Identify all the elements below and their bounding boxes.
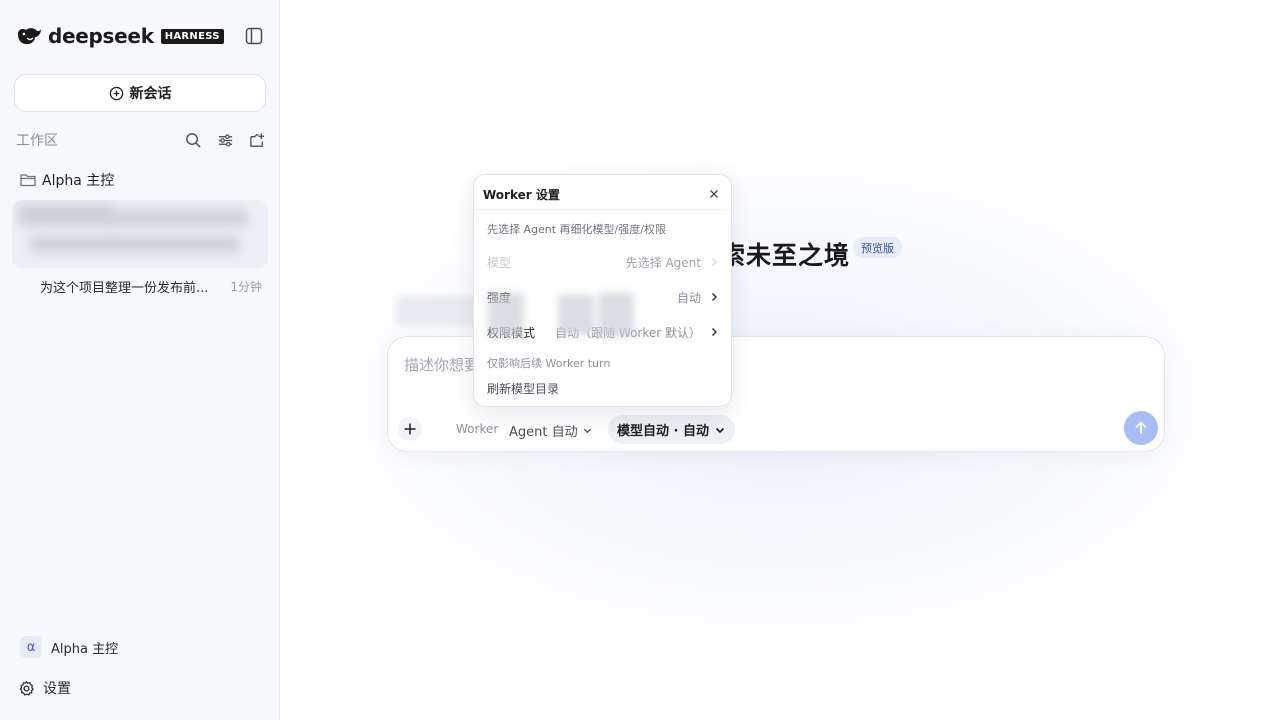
chat-timestamp: 1分钟: [230, 280, 262, 294]
folder-icon: [20, 174, 36, 187]
workspace-header: 工作区: [16, 130, 266, 150]
model-row-label: 模型: [487, 255, 512, 270]
popover-title: Worker 设置: [483, 188, 560, 202]
filter-button[interactable]: [216, 131, 234, 149]
popover-hint: 先选择 Agent 再细化模型/强度/权限: [487, 223, 666, 236]
brand-name: deepseek: [48, 24, 154, 48]
divider: [474, 209, 731, 210]
chevron-down-icon: [583, 428, 591, 434]
permission-mode-row[interactable]: 权限模式 自动（跟随 Worker 默认）: [487, 322, 719, 342]
sidebar: deepseek HARNESS 新会话 工作区 Alpha 主控 为这个项目整…: [0, 0, 280, 720]
search-icon: [185, 132, 201, 148]
settings-button[interactable]: 设置: [18, 678, 71, 698]
model-row-value: 先选择 Agent: [625, 255, 701, 270]
new-chat-label: 新会话: [129, 86, 172, 102]
new-folder-button[interactable]: [248, 131, 266, 149]
chevron-right-icon: [712, 328, 717, 336]
chevron-right-icon: [712, 293, 717, 301]
attach-button[interactable]: [398, 417, 422, 441]
list-item[interactable]: 为这个项目整理一份发布前... 1分钟: [40, 277, 262, 296]
send-button[interactable]: [1124, 411, 1158, 445]
worker-settings-popover: Worker 设置 先选择 Agent 再细化模型/强度/权限 模型 先选择 A…: [473, 174, 732, 407]
close-icon: [710, 190, 718, 198]
search-button[interactable]: [184, 131, 202, 149]
popover-note: 仅影响后续 Worker turn: [487, 357, 611, 370]
settings-label: 设置: [43, 681, 71, 697]
profile-button[interactable]: α Alpha 主控: [20, 636, 118, 658]
composer-input[interactable]: 描述你想要: [404, 354, 479, 375]
model-select-value: 模型自动 · 自动: [617, 424, 709, 439]
chevron-down-icon: [715, 427, 725, 433]
agent-select-value: Agent 自动: [509, 425, 578, 440]
chevron-right-icon: [712, 258, 717, 266]
chat-title: 为这个项目整理一份发布前...: [40, 281, 209, 296]
settings-gear-icon: [19, 680, 34, 696]
workspace-label: 工作区: [16, 133, 58, 149]
profile-name: Alpha 主控: [51, 641, 119, 657]
folder-item[interactable]: Alpha 主控: [20, 170, 114, 190]
permission-mode-label: 权限模式: [487, 325, 536, 340]
intensity-row-value: 自动: [676, 290, 701, 305]
folder-label: Alpha 主控: [42, 173, 115, 189]
hero-title: 索未至之境: [720, 241, 851, 270]
model-row: 模型 先选择 Agent: [487, 252, 719, 272]
avatar: α: [20, 636, 42, 658]
arrow-up-icon: [1135, 421, 1147, 434]
close-button[interactable]: [707, 186, 721, 200]
model-select[interactable]: 模型自动 · 自动: [608, 415, 735, 444]
plus-icon: [404, 423, 416, 435]
brand-badge: HARNESS: [160, 28, 224, 44]
chat-item-obscured[interactable]: [12, 200, 268, 268]
refresh-model-catalog-button[interactable]: 刷新模型目录: [487, 380, 559, 397]
intensity-row-label: 强度: [487, 290, 512, 305]
brand-logo[interactable]: deepseek HARNESS: [16, 24, 224, 48]
agent-select[interactable]: Agent 自动: [509, 421, 593, 440]
new-folder-icon: [249, 132, 264, 147]
new-chat-button[interactable]: 新会话: [14, 74, 266, 112]
preview-badge: 预览版: [853, 237, 902, 258]
sidebar-toggle-button[interactable]: [244, 26, 264, 46]
plus-circle-icon: [109, 86, 123, 100]
sidebar-toggle-icon: [245, 27, 263, 45]
permission-mode-value: 自动（跟随 Worker 默认）: [555, 325, 701, 340]
worker-label: Worker: [456, 422, 499, 436]
whale-logo-icon: [18, 28, 41, 45]
filter-icon: [218, 133, 232, 147]
intensity-row[interactable]: 强度 自动: [487, 287, 719, 307]
